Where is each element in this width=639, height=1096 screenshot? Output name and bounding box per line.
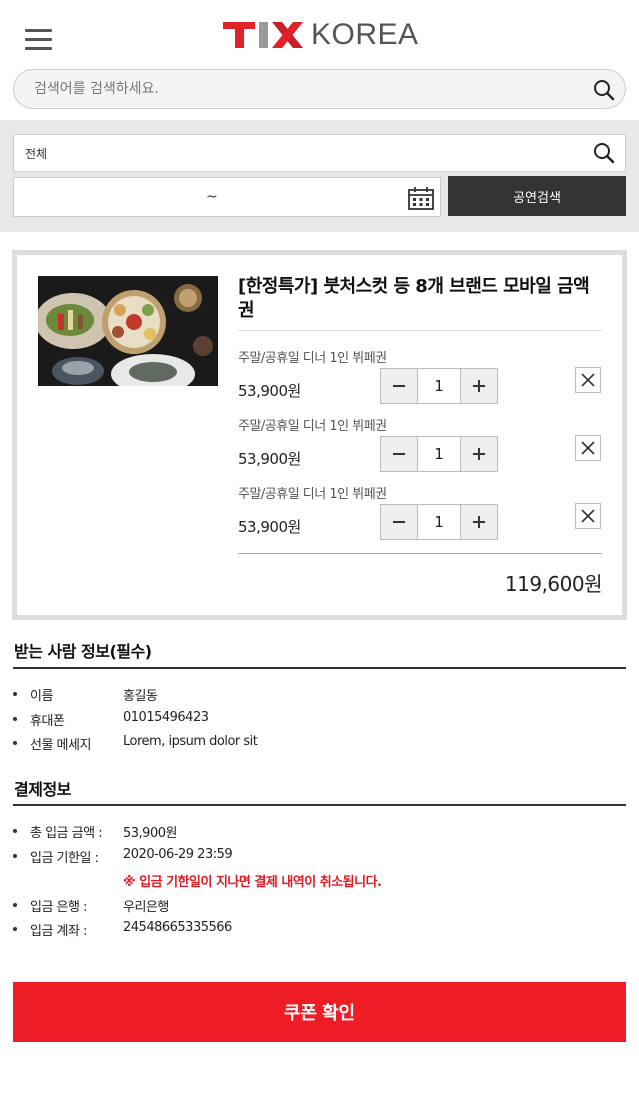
search-bar [13,69,626,109]
calendar-icon[interactable] [408,186,434,214]
section-divider [13,804,626,806]
minus-icon [393,453,405,455]
plus-icon [473,380,485,392]
date-separator: ~ [206,189,218,205]
info-value: 24548665335566 [123,920,232,935]
close-icon [581,373,595,387]
option-row: 주말/공휴일 디너 1인 뷔페권 53,900원 1 [238,347,608,415]
tix-korea-logo[interactable]: KOREA [223,18,419,52]
search-icon[interactable] [593,142,615,168]
hamburger-menu-icon[interactable] [25,29,53,51]
remove-option-button[interactable] [575,367,601,393]
info-value: 2020-06-29 23:59 [123,846,233,862]
info-value: 홍길동 [123,689,158,704]
payment-info-list: 총 입금 금액 : 53,900원 입금 기한일 : 2020-06-29 23:5… [13,820,626,943]
info-value: Lorem, ipsum dolor sit [123,734,258,749]
close-icon [581,509,595,523]
performance-filter: 전체 ~ 공연검색 [0,120,639,232]
plus-icon [473,516,485,528]
plus-icon [473,448,485,460]
quantity-stepper: 1 [380,368,498,404]
divider [238,553,602,554]
deadline-warning: ※ 입금 기한일이 지나면 결제 내역이 취소됩니다. [123,875,382,890]
option-row: 주말/공휴일 디너 1인 뷔페권 53,900원 1 [238,483,608,551]
tix-logo-mark-icon [223,22,303,48]
recipient-info-list: 이름 홍길동 휴대폰 01015496423 선물 메세지 Lorem, ipsum … [13,683,626,757]
date-range-field[interactable]: ~ [13,177,441,217]
payment-section-title: 결제정보 [14,780,71,799]
list-item: 입금 계좌 : 24548665335566 [13,918,626,943]
coupon-confirm-button[interactable]: 쿠폰 확인 [13,982,626,1042]
list-item: 선물 메세지 Lorem, ipsum dolor sit [13,732,626,757]
remove-option-button[interactable] [575,503,601,529]
list-item: 이름 홍길동 [13,683,626,708]
info-label: 총 입금 금액 : [30,826,103,841]
option-name: 주말/공휴일 디너 1인 뷔페권 [238,487,387,502]
order-item-card: [한정특가] 붓처스컷 등 8개 브랜드 모바일 금액권 주말/공휴일 디너 1… [12,250,627,620]
minus-icon [393,521,405,523]
genre-select[interactable]: 전체 [13,134,626,172]
option-price: 53,900원 [238,450,301,468]
performance-search-button[interactable]: 공연검색 [448,176,626,216]
option-price: 53,900원 [238,518,301,536]
info-label: 입금 계좌 : [30,924,88,939]
increase-button[interactable] [461,437,497,471]
quantity-stepper: 1 [380,504,498,540]
option-name: 주말/공휴일 디너 1인 뷔페권 [238,351,387,366]
app-header: KOREA [0,0,639,120]
close-icon [581,441,595,455]
minus-icon [393,385,405,387]
search-icon[interactable] [593,79,615,105]
section-divider [13,667,626,669]
info-label: 휴대폰 [30,713,65,729]
logo-text: KOREA [311,18,419,51]
info-label: 선물 메세지 [30,738,91,753]
product-title: [한정특가] 붓처스컷 등 8개 브랜드 모바일 금액권 [238,276,590,321]
total-price: 119,600원 [504,572,603,596]
list-item: 입금 기한일 : 2020-06-29 23:59 [13,845,626,870]
increase-button[interactable] [461,505,497,539]
remove-option-button[interactable] [575,435,601,461]
search-input[interactable] [34,78,574,100]
decrease-button[interactable] [381,369,417,403]
option-row: 주말/공휴일 디너 1인 뷔페권 53,900원 1 [238,415,608,483]
info-value: 우리은행 [123,899,169,915]
info-label: 입금 기한일 : [30,850,99,866]
decrease-button[interactable] [381,437,417,471]
quantity-value[interactable]: 1 [417,369,461,403]
quantity-value[interactable]: 1 [417,505,461,539]
option-name: 주말/공휴일 디너 1인 뷔페권 [238,419,387,434]
increase-button[interactable] [461,369,497,403]
info-label: 이름 [30,689,53,704]
decrease-button[interactable] [381,505,417,539]
payment-notice: ※ 입금 기한일이 지나면 결제 내역이 취소됩니다. [13,869,626,894]
quantity-value[interactable]: 1 [417,437,461,471]
list-item: 총 입금 금액 : 53,900원 [13,820,626,845]
info-label: 입금 은행 : [30,899,88,915]
divider [238,330,602,331]
list-item: 휴대폰 01015496423 [13,708,626,733]
list-item: 입금 은행 : 우리은행 [13,894,626,919]
genre-select-value: 전체 [25,147,48,161]
info-value: 53,900원 [123,826,177,841]
recipient-section-title: 받는 사람 정보(필수) [14,642,152,661]
product-image [38,276,218,386]
quantity-stepper: 1 [380,436,498,472]
info-value: 01015496423 [123,709,209,725]
option-price: 53,900원 [238,382,301,400]
